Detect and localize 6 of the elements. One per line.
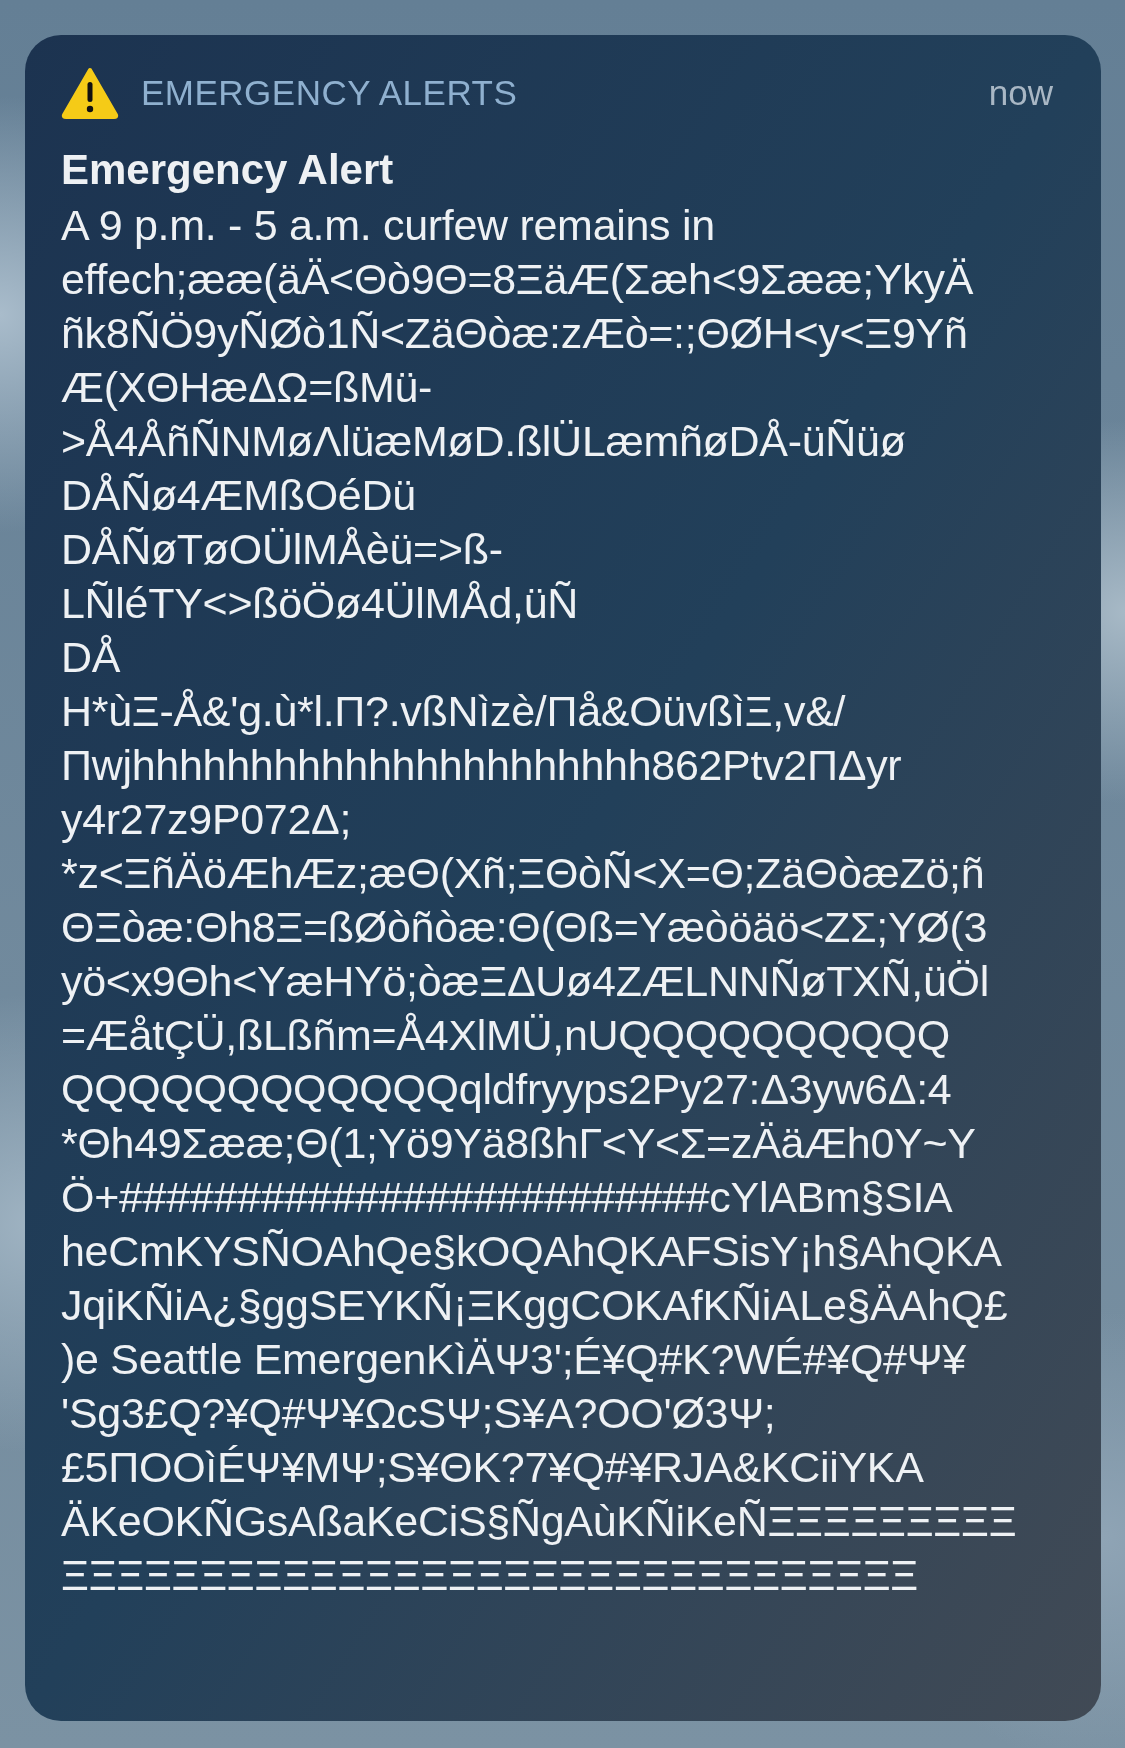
alert-message: A 9 p.m. - 5 a.m. curfew remains in effech;ææ(äÄ<Θò9Θ=8ΞäÆ(Σæh<9Σææ;YkyÄ ñk8ÑÖ9yÑØò1Ñ<ZäΘòæ:zÆò=:;ΘØH<y<Ξ9Yñ Æ(XΘHæΔΩ=ßMü- >Å4ÅñÑNMøΛlüæMøD.ßlÜLæmñøDÅ-üÑüø DÅÑø4ÆMßOéDü DÅÑøTøOÜlMÅèü=>ß- LÑléTY<>ßöÖø4ÜlMÅd,üÑ DÅ H*ùΞ-Å&'g.ù*l.Π?.vßNìzè/Πå&OüvßìΞ,v&/ Πwjhhhhhhhhhhhhhhhhhhhhhh862Ptv2ΠΔyr y4r27z9P072Δ; *z<ΞñÄöÆhÆz;æΘ(Xñ;ΞΘòÑ<X=Θ;ZäΘòæZö;ñ ΘΞòæ:Θh8Ξ=ßØòñòæ:Θ(Θß=Yæòöäö<ZΣ;YØ(3 yö<x9Θh<YæHYö;òæΞΔUø4ZÆLNNÑøTXÑ,üÖl =ÆåtÇÜ,ßLßñm=Å4XlMÜ,nUQQQQQQQQQQ QQQQQQQQQQQQqldfryyps2Py27:Δ3yw6Δ:4 *Θh49Σææ;Θ(1;Yö9Yä8ßhΓ<Y<Σ=zÄäÆh0Y~Y Ö+#########################cYlABm§SIA heCmKYSÑOAhQe§kOQAhQKAFSisY¡h§AhQKA JqiKÑiA¿§ggSEYKÑ¡ΞKggCOKAfKÑiALe§ÄAhQ£ )e Seattle EmergenKìÄΨ3';É¥Q#K?WÉ#¥Q#Ψ¥ 'Sg3£Q?¥Q#Ψ¥ΩcSΨ;S¥A?OO'Ø3Ψ; £5ΠOOìÉΨ¥MΨ;S¥ΘK?7¥Q#¥RJA&KCiiYKA ÄKeOKÑGsAßaKeCiS§ÑgAùKÑiKeÑΞΞΞΞΞΞΞΞΞ ΞΞΞΞΞΞΞΞΞΞΞΞΞΞΞΞΞΞΞΞΞΞΞΞΞΞΞΞΞΞΞ bbox=[61, 199, 1017, 1601]
timestamp: now bbox=[988, 72, 1053, 114]
notification-card[interactable] bbox=[25, 35, 1101, 1721]
warning-icon bbox=[61, 67, 119, 120]
app-name: EMERGENCY ALERTS bbox=[141, 72, 518, 114]
alert-title: Emergency Alert bbox=[61, 145, 394, 194]
